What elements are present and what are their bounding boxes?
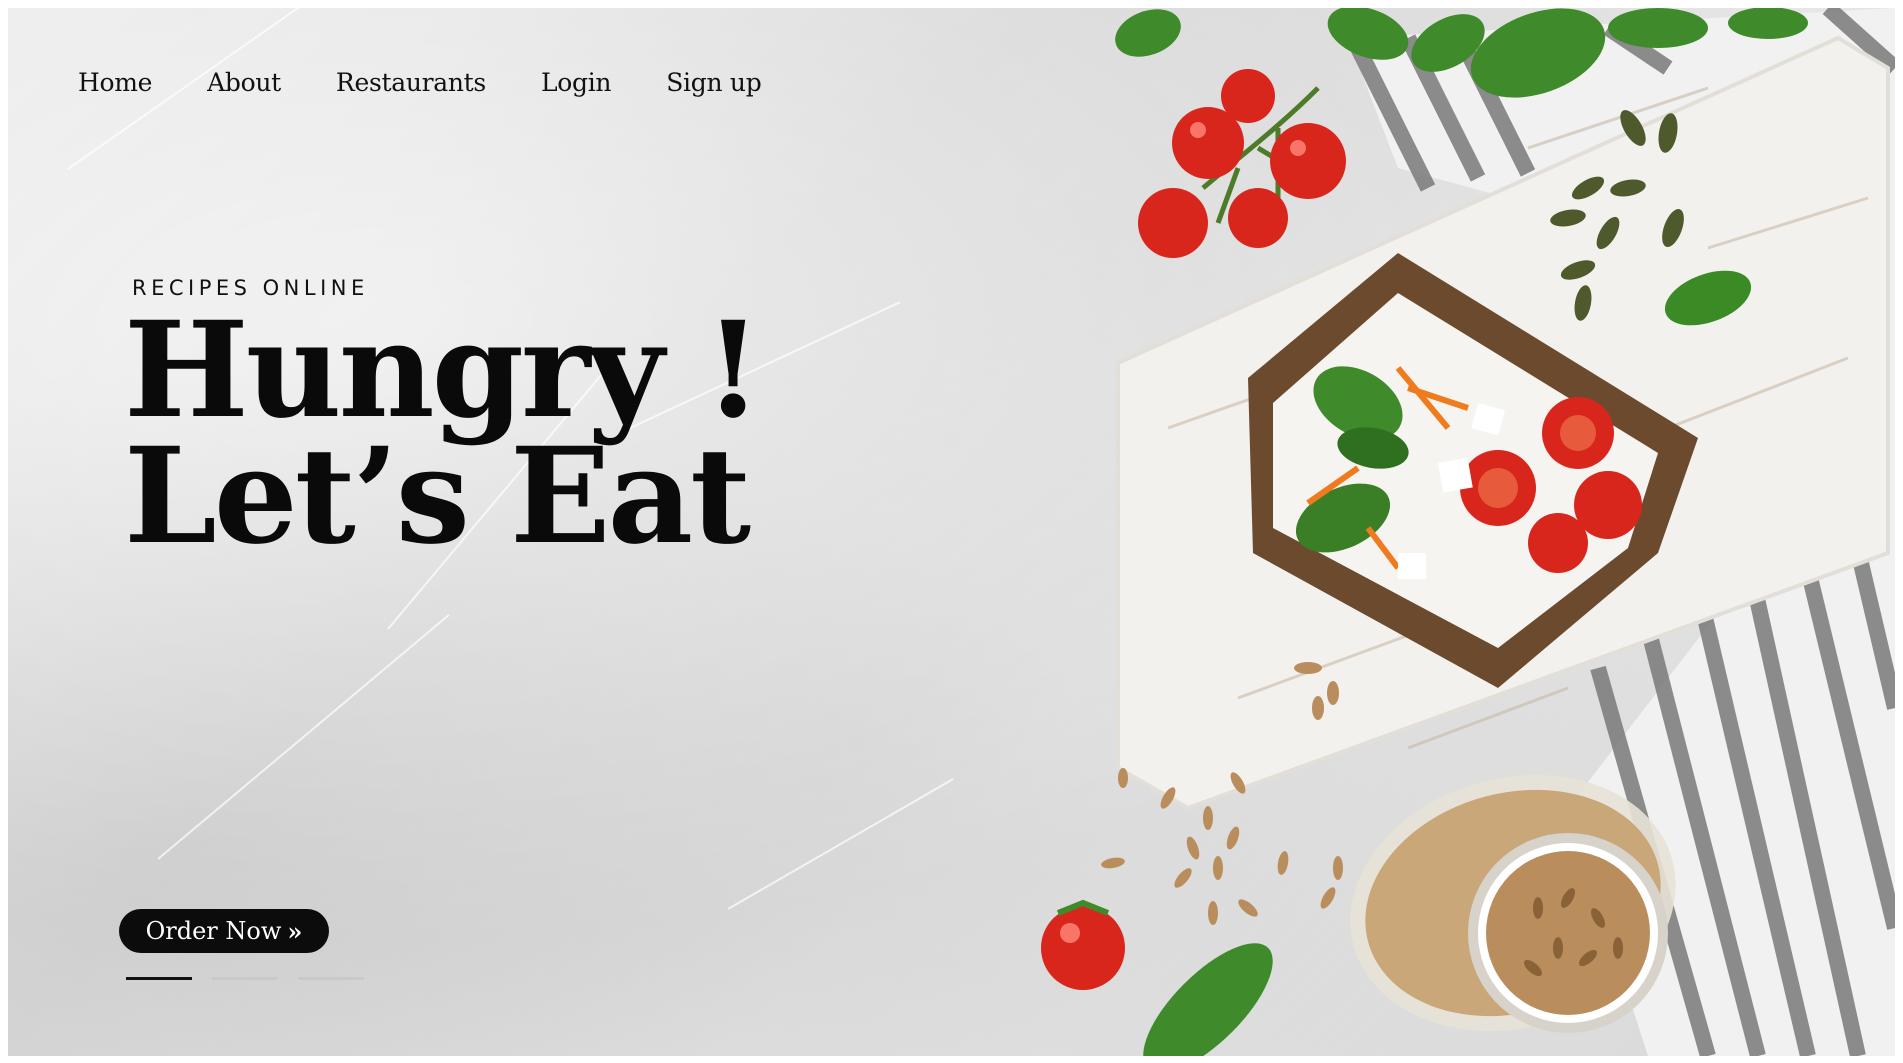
slider-dot-2[interactable] (212, 977, 278, 980)
background-texture (157, 613, 450, 860)
headline-line-1: Hungry ! (124, 293, 762, 448)
cherry-tomatoes (1138, 69, 1346, 258)
basil-leaf (1143, 943, 1273, 1056)
order-now-button[interactable]: Order Now » (119, 909, 329, 953)
cherry-tomato (1041, 899, 1125, 990)
nav-login[interactable]: Login (541, 68, 612, 97)
slider-indicators (126, 977, 364, 980)
cutting-board (1116, 35, 1890, 811)
nav-home[interactable]: Home (78, 68, 152, 97)
nav-restaurants[interactable]: Restaurants (336, 68, 486, 97)
double-chevron-right-icon: » (287, 916, 303, 946)
basil-leaf (1664, 270, 1752, 326)
slider-dot-1[interactable] (126, 977, 192, 980)
nav-about[interactable]: About (207, 68, 281, 97)
seed-jar (1350, 774, 1676, 1033)
hero-section: Home About Restaurants Login Sign up REC… (8, 8, 1895, 1056)
striped-towel (1348, 8, 1895, 1056)
toast (1248, 253, 1698, 688)
order-now-label: Order Now (145, 917, 282, 945)
background-texture (727, 778, 954, 910)
pumpkin-seeds (1550, 110, 1684, 321)
basil-leaves (1115, 8, 1808, 98)
main-nav: Home About Restaurants Login Sign up (78, 68, 816, 97)
headline-line-2: Let’s Eat (124, 419, 751, 574)
nav-signup[interactable]: Sign up (666, 68, 761, 97)
hero-headline: Hungry ! Let’s Eat (124, 293, 762, 574)
sunflower-seeds (1101, 662, 1343, 925)
slider-dot-3[interactable] (298, 977, 364, 980)
